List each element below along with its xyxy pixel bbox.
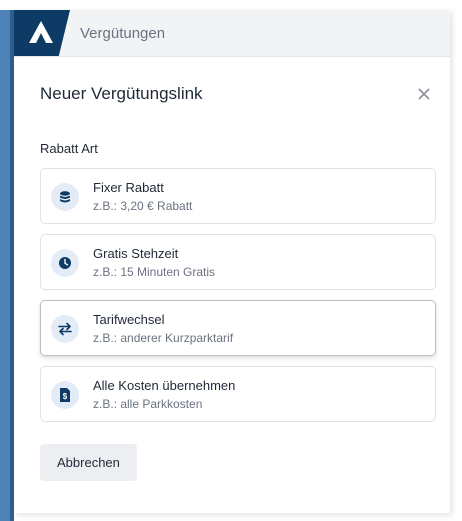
dialog-title: Neuer Vergütungslink [40,84,203,103]
breadcrumb: Vergütungen [80,24,166,42]
option-tarifwechsel[interactable]: Tarifwechsel z.B.: anderer Kurzparktarif [40,300,436,356]
top-bar: Vergütungen [14,10,450,57]
option-gratis-stehzeit[interactable]: Gratis Stehzeit z.B.: 15 Minuten Gratis [40,234,436,290]
brand-logo [14,10,70,56]
logo-icon [29,21,53,43]
option-alle-kosten[interactable]: $ Alle Kosten übernehmen z.B.: alle Park… [40,366,436,422]
close-icon[interactable] [414,84,434,104]
option-title: Alle Kosten übernehmen [93,378,236,393]
dialog-footer: Abbrechen [14,432,450,481]
section-label: Rabatt Art [40,141,98,156]
discount-type-list: Fixer Rabatt z.B.: 3,20 € Rabatt Gratis … [14,156,450,422]
option-title: Tarifwechsel [93,312,165,327]
cancel-button[interactable]: Abbrechen [40,444,137,481]
svg-text:$: $ [63,392,68,401]
option-subtitle: z.B.: 3,20 € Rabatt [93,199,193,213]
option-subtitle: z.B.: 15 Minuten Gratis [93,265,216,279]
clock-icon [51,249,79,277]
option-title: Fixer Rabatt [93,180,164,195]
option-fixer-rabatt[interactable]: Fixer Rabatt z.B.: 3,20 € Rabatt [40,168,436,224]
dialog-header: Neuer Vergütungslink [14,65,450,123]
option-title: Gratis Stehzeit [93,246,179,261]
swap-arrows-icon [51,315,79,343]
dialog-panel: Vergütungen Neuer Vergütungslink Rabatt … [14,10,450,513]
option-subtitle: z.B.: anderer Kurzparktarif [93,331,234,345]
coins-icon [51,183,79,211]
option-subtitle: z.B.: alle Parkkosten [93,397,203,411]
receipt-icon: $ [51,381,79,409]
